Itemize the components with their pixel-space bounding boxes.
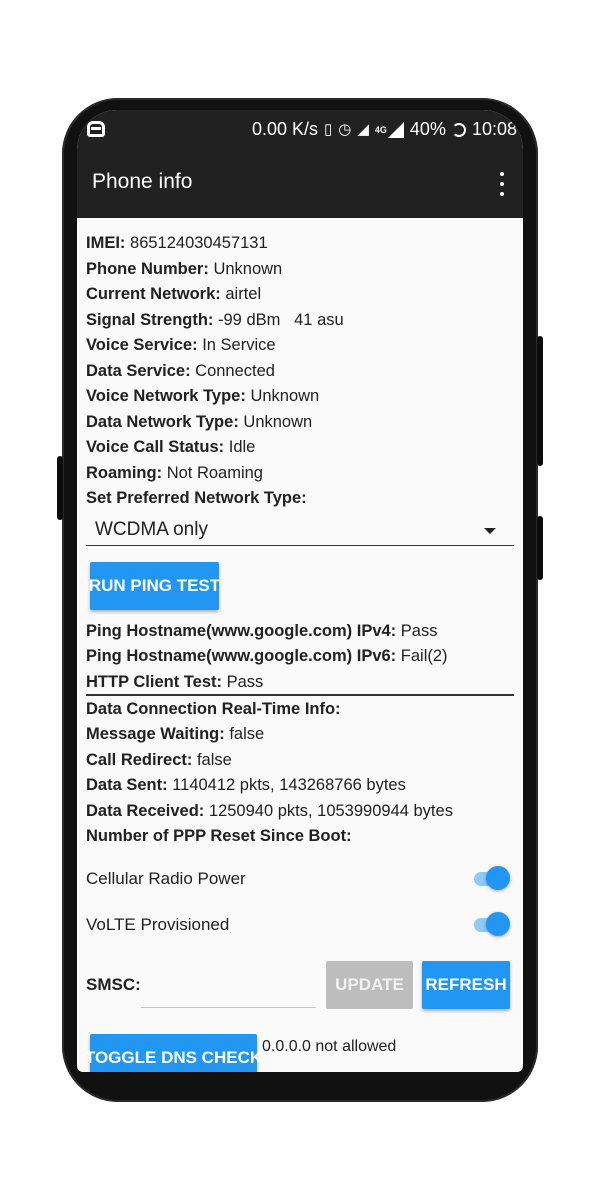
side-button-right-upper	[537, 336, 543, 466]
message-waiting-row: Message Waiting: false	[86, 725, 265, 743]
side-button-right-lower	[537, 516, 543, 580]
roaming-row: Roaming: Not Roaming	[86, 464, 263, 482]
battery-percent: 40%	[409, 119, 446, 139]
divider	[86, 694, 514, 696]
network-type-badge: 4G	[374, 124, 387, 135]
cellular-radio-power-switch[interactable]	[474, 866, 510, 890]
voice-call-status-row: Voice Call Status: Idle	[86, 438, 256, 456]
volte-provisioned-switch[interactable]	[474, 912, 510, 936]
network-speed: 0.00 K/s	[251, 119, 318, 139]
no-sim-icon: ◢	[357, 120, 369, 138]
ping-ipv4-row: Ping Hostname(www.google.com) IPv4: Pass	[86, 622, 438, 640]
data-network-type-row: Data Network Type: Unknown	[86, 413, 313, 431]
preferred-network-label: Set Preferred Network Type:	[86, 489, 307, 507]
cellular-radio-power-label: Cellular Radio Power	[86, 869, 246, 888]
volte-provisioned-label: VoLTE Provisioned	[86, 915, 230, 934]
voice-network-type-row: Voice Network Type: Unknown	[86, 387, 320, 405]
alarm-icon: ◷	[338, 120, 352, 138]
notification-icon	[87, 121, 105, 137]
dns-check-result: 0.0.0.0 not allowed	[262, 1038, 397, 1055]
realtime-info-label: Data Connection Real-Time Info:	[86, 700, 341, 718]
side-button-left	[57, 456, 63, 520]
refresh-button[interactable]: REFRESH	[422, 961, 510, 1009]
ppp-reset-row: Number of PPP Reset Since Boot:	[86, 827, 352, 845]
vibrate-icon: ▯	[324, 120, 333, 138]
data-service-row: Data Service: Connected	[86, 362, 275, 380]
app-bar: Phone info	[77, 150, 523, 218]
update-button[interactable]: UPDATE	[326, 961, 413, 1009]
call-redirect-row: Call Redirect: false	[86, 751, 232, 769]
dropdown-arrow-icon	[484, 528, 496, 534]
signal-icon	[387, 121, 404, 138]
imei-value: 865124030457131	[130, 234, 268, 252]
ping-ipv6-row: Ping Hostname(www.google.com) IPv6: Fail…	[86, 647, 448, 665]
signal-strength-row: Signal Strength: -99 dBm 41 asu	[86, 311, 344, 329]
preferred-network-value: WCDMA only	[95, 519, 208, 540]
phone-screen: 0.00 K/s ▯ ◷ ◢ 4G 40% 10:08 Phone info I…	[77, 110, 523, 1072]
smsc-label: SMSC:	[86, 975, 141, 994]
data-sent-row: Data Sent: 1140412 pkts, 143268766 bytes	[86, 776, 406, 794]
battery-icon	[451, 122, 466, 137]
preferred-network-spinner[interactable]: WCDMA only	[86, 516, 514, 546]
status-bar: 0.00 K/s ▯ ◷ ◢ 4G 40% 10:08	[77, 110, 523, 150]
imei-row: IMEI: 865124030457131	[86, 234, 268, 252]
smsc-input[interactable]	[141, 972, 316, 1008]
run-ping-test-button[interactable]: RUN PING TEST	[89, 562, 220, 610]
status-bar-right: 0.00 K/s ▯ ◷ ◢ 4G 40% 10:08	[246, 119, 517, 140]
clock: 10:08	[471, 119, 517, 139]
current-network-row: Current Network: airtel	[86, 285, 262, 303]
http-client-test-row: HTTP Client Test: Pass	[86, 673, 264, 691]
toggle-dns-check-button[interactable]: TOGGLE DNS CHECK	[85, 1034, 262, 1072]
page-title: Phone info	[92, 170, 193, 193]
data-received-row: Data Received: 1250940 pkts, 1053990944 …	[86, 802, 453, 820]
voice-service-row: Voice Service: In Service	[86, 336, 276, 354]
more-vert-icon[interactable]	[499, 172, 505, 196]
phone-number-row: Phone Number: Unknown	[86, 260, 283, 278]
